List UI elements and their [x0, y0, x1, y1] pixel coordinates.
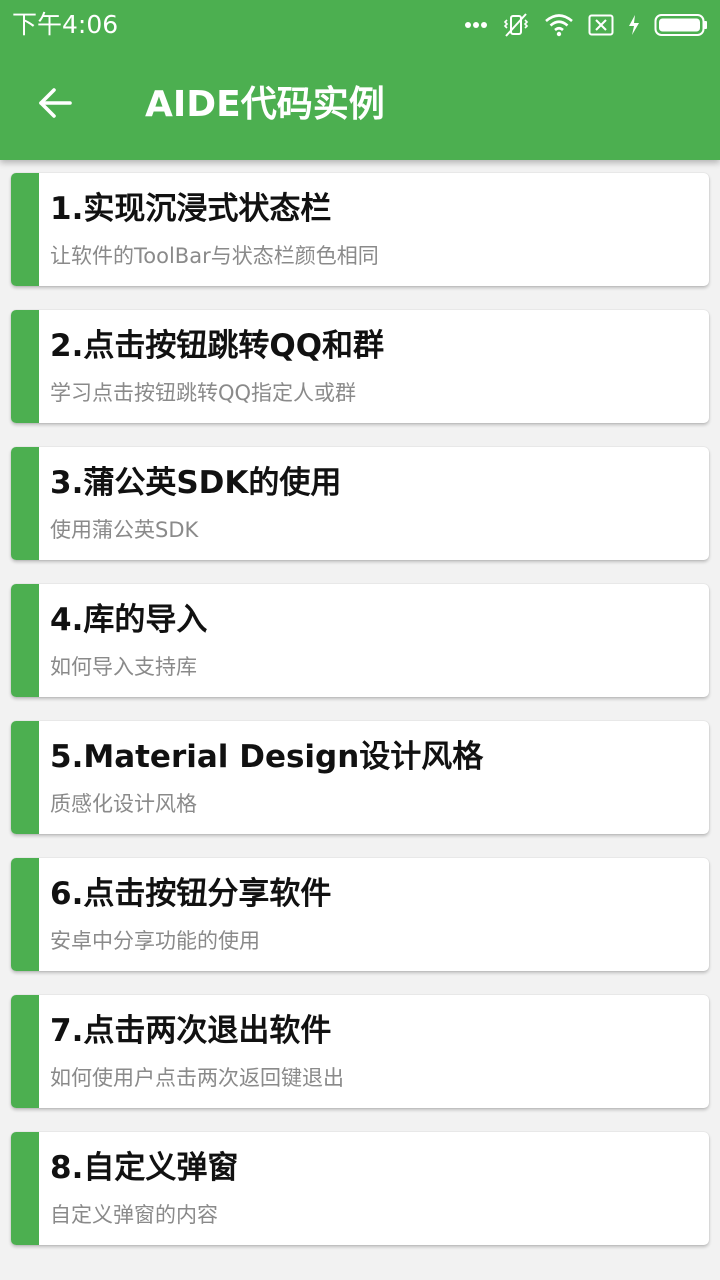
list-item[interactable]: 6.点击按钮分享软件 安卓中分享功能的使用 — [11, 858, 709, 971]
list-item-subtitle: 质感化设计风格 — [50, 792, 197, 816]
status-bar: 下午4:06 — [0, 0, 720, 50]
battery-icon — [654, 13, 708, 37]
list-item-subtitle: 如何导入支持库 — [50, 655, 197, 679]
card-accent-bar — [11, 721, 39, 834]
back-button[interactable] — [22, 72, 88, 138]
app-bar: 下午4:06 AIDE代码实例 — [0, 0, 720, 160]
list-item-subtitle: 让软件的ToolBar与状态栏颜色相同 — [50, 244, 379, 268]
card-accent-bar — [11, 1132, 39, 1245]
list-item-subtitle: 自定义弹窗的内容 — [50, 1203, 218, 1227]
charging-icon — [628, 14, 640, 36]
list-item[interactable]: 2.点击按钮跳转QQ和群 学习点击按钮跳转QQ指定人或群 — [11, 310, 709, 423]
card-accent-bar — [11, 310, 39, 423]
list-item[interactable]: 3.蒲公英SDK的使用 使用蒲公英SDK — [11, 447, 709, 560]
page-title: AIDE代码实例 — [145, 84, 385, 125]
example-list: 1.实现沉浸式状态栏 让软件的ToolBar与状态栏颜色相同 2.点击按钮跳转Q… — [11, 173, 709, 1269]
list-item-subtitle: 使用蒲公英SDK — [50, 518, 199, 542]
list-item-subtitle: 学习点击按钮跳转QQ指定人或群 — [50, 381, 357, 405]
list-item-title: 1.实现沉浸式状态栏 — [50, 191, 332, 227]
list-item[interactable]: 4.库的导入 如何导入支持库 — [11, 584, 709, 697]
list-item[interactable]: 8.自定义弹窗 自定义弹窗的内容 — [11, 1132, 709, 1245]
list-item-title: 3.蒲公英SDK的使用 — [50, 465, 342, 501]
wifi-icon — [544, 13, 574, 37]
card-accent-bar — [11, 584, 39, 697]
card-accent-bar — [11, 447, 39, 560]
more-dots-icon — [464, 21, 488, 29]
list-item[interactable]: 7.点击两次退出软件 如何使用户点击两次返回键退出 — [11, 995, 709, 1108]
list-item-title: 6.点击按钮分享软件 — [50, 876, 332, 912]
arrow-back-icon — [37, 85, 73, 125]
card-accent-bar — [11, 995, 39, 1108]
list-item-title: 7.点击两次退出软件 — [50, 1013, 332, 1049]
list-item[interactable]: 5.Material Design设计风格 质感化设计风格 — [11, 721, 709, 834]
list-item-title: 5.Material Design设计风格 — [50, 739, 484, 775]
list-item-title: 4.库的导入 — [50, 602, 208, 638]
list-item-subtitle: 如何使用户点击两次返回键退出 — [50, 1066, 344, 1090]
status-time: 下午4:06 — [12, 10, 119, 39]
sim-none-icon — [588, 14, 614, 36]
status-icons — [464, 10, 708, 40]
list-item[interactable]: 1.实现沉浸式状态栏 让软件的ToolBar与状态栏颜色相同 — [11, 173, 709, 286]
card-accent-bar — [11, 858, 39, 971]
vibrate-off-icon — [502, 11, 530, 39]
list-item-title: 2.点击按钮跳转QQ和群 — [50, 328, 385, 364]
card-accent-bar — [11, 173, 39, 286]
toolbar: AIDE代码实例 — [0, 50, 720, 160]
list-item-subtitle: 安卓中分享功能的使用 — [50, 929, 260, 953]
list-item-title: 8.自定义弹窗 — [50, 1150, 239, 1186]
